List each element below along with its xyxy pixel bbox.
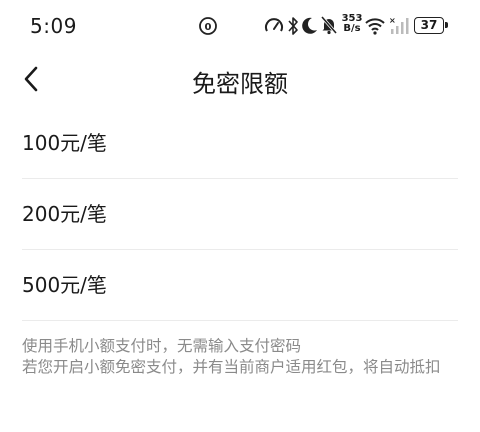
status-bar: 5:09 0 353 B/s × 37 — [0, 0, 480, 52]
net-speed: 353 B/s — [341, 14, 363, 34]
status-time: 5:09 — [30, 14, 77, 38]
data-saver-icon — [264, 16, 284, 36]
do-not-disturb-icon — [301, 16, 319, 36]
battery-icon: 37 — [414, 17, 448, 34]
svg-text:0: 0 — [205, 22, 212, 33]
footnote-line-1: 使用手机小额支付时，无需输入支付密码 — [22, 337, 302, 355]
svg-text:×: × — [389, 16, 396, 25]
battery-tip — [445, 22, 448, 28]
net-speed-unit: B/s — [343, 23, 361, 34]
bluetooth-icon — [287, 15, 299, 37]
signal-icon: × — [388, 16, 410, 36]
divider — [22, 320, 458, 321]
wifi-icon — [364, 14, 386, 36]
header: 免密限额 — [0, 52, 480, 108]
limit-option-500[interactable]: 500元/笔 — [22, 250, 458, 320]
footnote: 使用手机小额支付时，无需输入支付密码 若您开启小额免密支付，并有当前商户适用红包… — [22, 336, 472, 378]
battery-level: 37 — [414, 17, 444, 34]
limit-option-200[interactable]: 200元/笔 — [22, 179, 458, 249]
footnote-line-2: 若您开启小额免密支付，并有当前商户适用红包，将自动抵扣 — [22, 358, 441, 376]
mute-icon — [320, 15, 338, 35]
notification-icon: 0 — [198, 16, 218, 36]
page-title: 免密限额 — [192, 70, 288, 98]
limit-option-100[interactable]: 100元/笔 — [22, 108, 458, 178]
